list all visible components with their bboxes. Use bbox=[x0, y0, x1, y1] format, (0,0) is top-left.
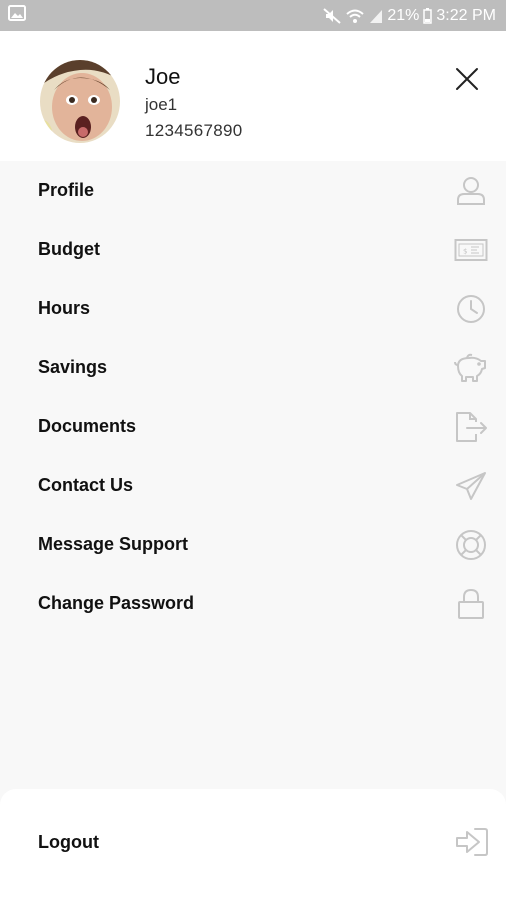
drawer-menu: Profile Budget $ Hours Savings Documents… bbox=[0, 161, 506, 633]
battery-percent: 21% bbox=[387, 6, 420, 24]
piggy-bank-icon bbox=[454, 351, 488, 385]
clock-time: 3:22 PM bbox=[436, 6, 496, 24]
gallery-notification-icon bbox=[8, 5, 26, 26]
battery-icon bbox=[423, 7, 433, 24]
clock-icon bbox=[454, 292, 488, 326]
lock-icon bbox=[454, 587, 488, 621]
menu-item-label: Budget bbox=[38, 239, 100, 259]
logout-label: Logout bbox=[38, 831, 99, 852]
menu-item-hours[interactable]: Hours bbox=[0, 279, 506, 338]
svg-text:$: $ bbox=[463, 247, 467, 255]
menu-item-label: Message Support bbox=[38, 534, 189, 554]
menu-item-label: Profile bbox=[38, 180, 95, 200]
user-username: joe1 bbox=[145, 95, 178, 114]
menu-item-label: Change Password bbox=[38, 593, 195, 613]
menu-item-contact-us[interactable]: Contact Us bbox=[0, 456, 506, 515]
navigation-drawer: 21% 3:22 PM Joe joe1 1234567890 Profile … bbox=[0, 0, 506, 900]
drawer-header: Joe joe1 1234567890 bbox=[0, 31, 506, 161]
document-export-icon bbox=[454, 410, 488, 444]
mute-icon bbox=[323, 7, 342, 24]
menu-item-message-support[interactable]: Message Support bbox=[0, 515, 506, 574]
menu-item-label: Documents bbox=[38, 416, 137, 436]
logout-button[interactable]: Logout bbox=[0, 811, 506, 873]
avatar[interactable] bbox=[40, 60, 120, 143]
close-button[interactable] bbox=[452, 64, 482, 94]
person-icon bbox=[454, 174, 488, 208]
menu-item-savings[interactable]: Savings bbox=[0, 338, 506, 397]
user-name: Joe bbox=[145, 64, 181, 89]
menu-item-budget[interactable]: Budget $ bbox=[0, 220, 506, 279]
menu-item-change-password[interactable]: Change Password bbox=[0, 574, 506, 633]
logout-panel: Logout bbox=[0, 789, 506, 900]
signal-icon bbox=[369, 8, 383, 24]
close-icon bbox=[456, 68, 478, 90]
money-bill-icon: $ bbox=[454, 233, 488, 267]
menu-item-label: Hours bbox=[38, 298, 91, 318]
menu-item-documents[interactable]: Documents bbox=[0, 397, 506, 456]
paper-plane-icon bbox=[454, 469, 488, 503]
lifebuoy-icon bbox=[454, 528, 488, 562]
menu-item-label: Savings bbox=[38, 357, 108, 377]
sign-in-icon bbox=[454, 824, 490, 860]
wifi-icon bbox=[345, 8, 365, 24]
status-bar: 21% 3:22 PM bbox=[0, 0, 506, 31]
menu-item-label: Contact Us bbox=[38, 475, 134, 495]
user-phone: 1234567890 bbox=[145, 121, 243, 140]
menu-item-profile[interactable]: Profile bbox=[0, 161, 506, 220]
